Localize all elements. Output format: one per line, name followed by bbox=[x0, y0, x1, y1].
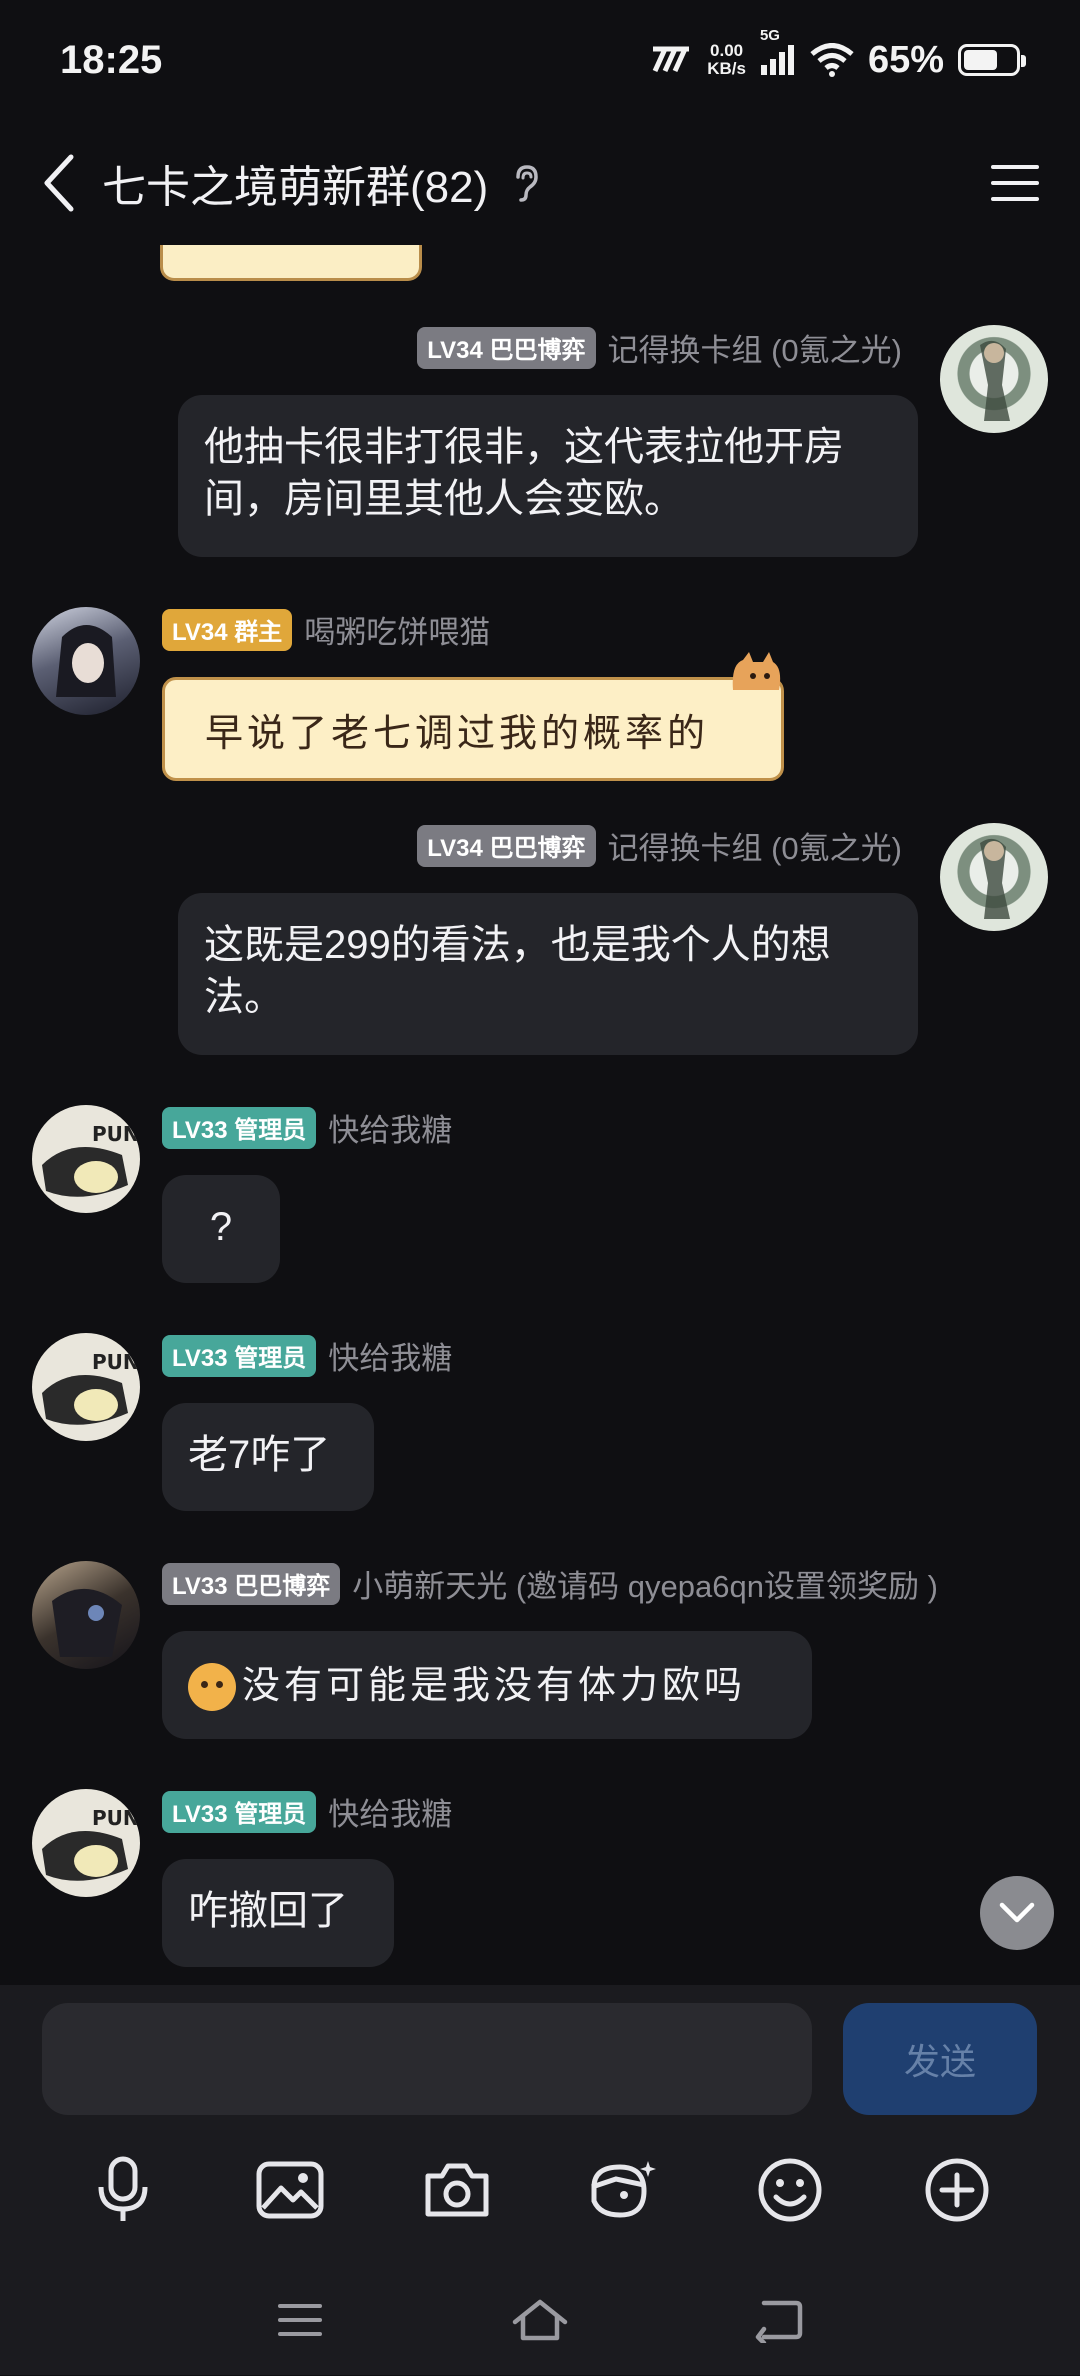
status-bar: 18:25 0.00 KB/s 5G 65% bbox=[0, 0, 1080, 120]
microphone-icon bbox=[98, 2156, 148, 2221]
sender-name[interactable]: 小萌新天光 (邀请码 qyepa6qn设置领奖励 ) bbox=[352, 1561, 938, 1606]
avatar[interactable]: PUNC bbox=[32, 1105, 140, 1213]
message-text: 没有可能是我没有体力欧吗 bbox=[242, 1663, 747, 1707]
home-icon bbox=[512, 2299, 568, 2341]
sender-meta: LV34 群主 喝粥吃饼喂猫 bbox=[162, 607, 490, 652]
message-input[interactable] bbox=[42, 2003, 812, 2115]
avatar[interactable]: PUNC bbox=[32, 1789, 140, 1897]
recent-apps-button[interactable] bbox=[260, 2280, 340, 2360]
back-nav-icon bbox=[755, 2300, 803, 2343]
level-badge: LV33 巴巴博弈 bbox=[162, 1562, 341, 1605]
ai-face-icon bbox=[591, 2161, 657, 2218]
level-badge: LV34 巴巴博弈 bbox=[417, 824, 596, 867]
sender-meta: LV33 管理员 快给我糖 bbox=[162, 1789, 452, 1834]
scroll-to-bottom-button[interactable] bbox=[980, 1876, 1054, 1950]
avatar-image bbox=[52, 1588, 122, 1657]
message-bubble[interactable]: 没有可能是我没有体力欧吗 bbox=[162, 1631, 812, 1739]
page-title[interactable]: 七卡之境萌新群(82) bbox=[102, 151, 488, 215]
avatar-image: PUNC bbox=[42, 1122, 140, 1197]
back-button[interactable] bbox=[30, 143, 86, 223]
avatar-image bbox=[980, 838, 1010, 919]
message-bubble[interactable]: 咋撤回了 bbox=[162, 1859, 394, 1967]
input-area: 发送 bbox=[0, 1985, 1080, 2375]
sender-name[interactable]: 快给我糖 bbox=[328, 1105, 452, 1150]
image-icon bbox=[256, 2161, 324, 2219]
menu-icon bbox=[991, 164, 1039, 201]
message-list[interactable]: LV34 巴巴博弈 记得换卡组 (0氪之光) 他抽卡很非打很非，这代表拉他开房间… bbox=[0, 245, 1080, 1985]
level-badge: LV34 群主 bbox=[162, 608, 293, 651]
battery-percent: 65% bbox=[867, 38, 944, 81]
avatar[interactable]: PUNC bbox=[32, 1333, 140, 1441]
signal-label: 5G bbox=[759, 27, 780, 44]
level-badge: LV33 管理员 bbox=[162, 1334, 317, 1377]
home-button[interactable] bbox=[500, 2280, 580, 2360]
chat-header: 七卡之境萌新群(82) bbox=[0, 120, 1080, 245]
avatar[interactable] bbox=[940, 823, 1048, 931]
sender-name[interactable]: 记得换卡组 (0氪之光) bbox=[608, 325, 903, 370]
system-nav-bar bbox=[0, 2275, 1080, 2365]
sender-meta: LV34 巴巴博弈 记得换卡组 (0氪之光) bbox=[417, 823, 902, 868]
avatar[interactable] bbox=[32, 1561, 140, 1669]
camera-icon bbox=[425, 2163, 489, 2217]
avatar-image bbox=[56, 625, 116, 697]
voice-button[interactable] bbox=[78, 2145, 168, 2235]
battery-fill bbox=[964, 50, 997, 70]
level-badge: LV33 管理员 bbox=[162, 1106, 317, 1149]
message-bubble[interactable]: ? bbox=[162, 1175, 280, 1283]
hd-network-icon bbox=[652, 46, 690, 73]
sender-meta: LV33 巴巴博弈 小萌新天光 (邀请码 qyepa6qn设置领奖励 ) bbox=[162, 1561, 938, 1606]
status-time: 18:25 bbox=[60, 37, 163, 82]
sender-meta: LV33 管理员 快给我糖 bbox=[162, 1333, 452, 1378]
camera-button[interactable] bbox=[412, 2145, 502, 2235]
avatar-image: PUNC bbox=[42, 1806, 140, 1881]
plus-icon bbox=[925, 2158, 989, 2222]
svg-text:PUNC: PUNC bbox=[92, 1806, 140, 1830]
avatar-image bbox=[980, 340, 1010, 421]
signal-bars-icon bbox=[760, 45, 794, 75]
sticker-text: 早说了老七调过我的概率的 bbox=[205, 710, 710, 755]
sender-meta: LV34 巴巴博弈 记得换卡组 (0氪之光) bbox=[417, 325, 902, 370]
sender-name[interactable]: 喝粥吃饼喂猫 bbox=[304, 607, 490, 652]
chevron-down-icon bbox=[999, 1902, 1035, 1923]
emoji-icon bbox=[758, 2158, 822, 2222]
more-button[interactable] bbox=[912, 2145, 1002, 2235]
recent-apps-icon bbox=[278, 2304, 322, 2336]
message-bubble[interactable]: 他抽卡很非打很非，这代表拉他开房间，房间里其他人会变欧。 bbox=[178, 395, 918, 557]
send-button[interactable]: 发送 bbox=[843, 2003, 1037, 2115]
sender-name[interactable]: 快给我糖 bbox=[328, 1333, 452, 1378]
avatar-image: PUNC bbox=[42, 1350, 140, 1425]
net-speed-unit: KB/s bbox=[707, 59, 746, 78]
toolbar bbox=[0, 2145, 1080, 2235]
message-bubble[interactable]: 这既是299的看法，也是我个人的想法。 bbox=[178, 893, 918, 1055]
back-chevron-icon bbox=[44, 154, 74, 211]
avatar[interactable] bbox=[940, 325, 1048, 433]
image-button[interactable] bbox=[245, 2145, 335, 2235]
net-speed-value: 0.00 bbox=[710, 41, 744, 60]
svg-text:PUNC: PUNC bbox=[92, 1350, 140, 1374]
level-badge: LV34 巴巴博弈 bbox=[417, 326, 596, 369]
emoji-icon bbox=[188, 1663, 236, 1712]
cat-icon bbox=[732, 652, 781, 690]
ear-icon[interactable] bbox=[510, 163, 540, 203]
sticker-message[interactable]: 早说了老七调过我的概率的 bbox=[162, 652, 784, 781]
net-speed: 0.00 KB/s bbox=[707, 42, 746, 78]
battery-icon bbox=[958, 44, 1026, 76]
message-bubble[interactable]: 老7咋了 bbox=[162, 1403, 374, 1511]
wifi-icon bbox=[810, 43, 854, 77]
menu-button[interactable] bbox=[980, 148, 1050, 218]
signal-indicator: 5G bbox=[760, 27, 796, 75]
status-indicators: 0.00 KB/s 5G 65% bbox=[649, 27, 1026, 82]
avatar[interactable] bbox=[32, 607, 140, 715]
sticker-fragment bbox=[160, 245, 422, 281]
level-badge: LV33 管理员 bbox=[162, 1790, 317, 1833]
sender-meta: LV33 管理员 快给我糖 bbox=[162, 1105, 452, 1150]
sender-name[interactable]: 快给我糖 bbox=[328, 1789, 452, 1834]
sender-name[interactable]: 记得换卡组 (0氪之光) bbox=[608, 823, 903, 868]
back-nav-button[interactable] bbox=[740, 2280, 820, 2360]
svg-text:PUNC: PUNC bbox=[92, 1122, 140, 1146]
emoji-button[interactable] bbox=[745, 2145, 835, 2235]
ai-face-button[interactable] bbox=[578, 2145, 668, 2235]
